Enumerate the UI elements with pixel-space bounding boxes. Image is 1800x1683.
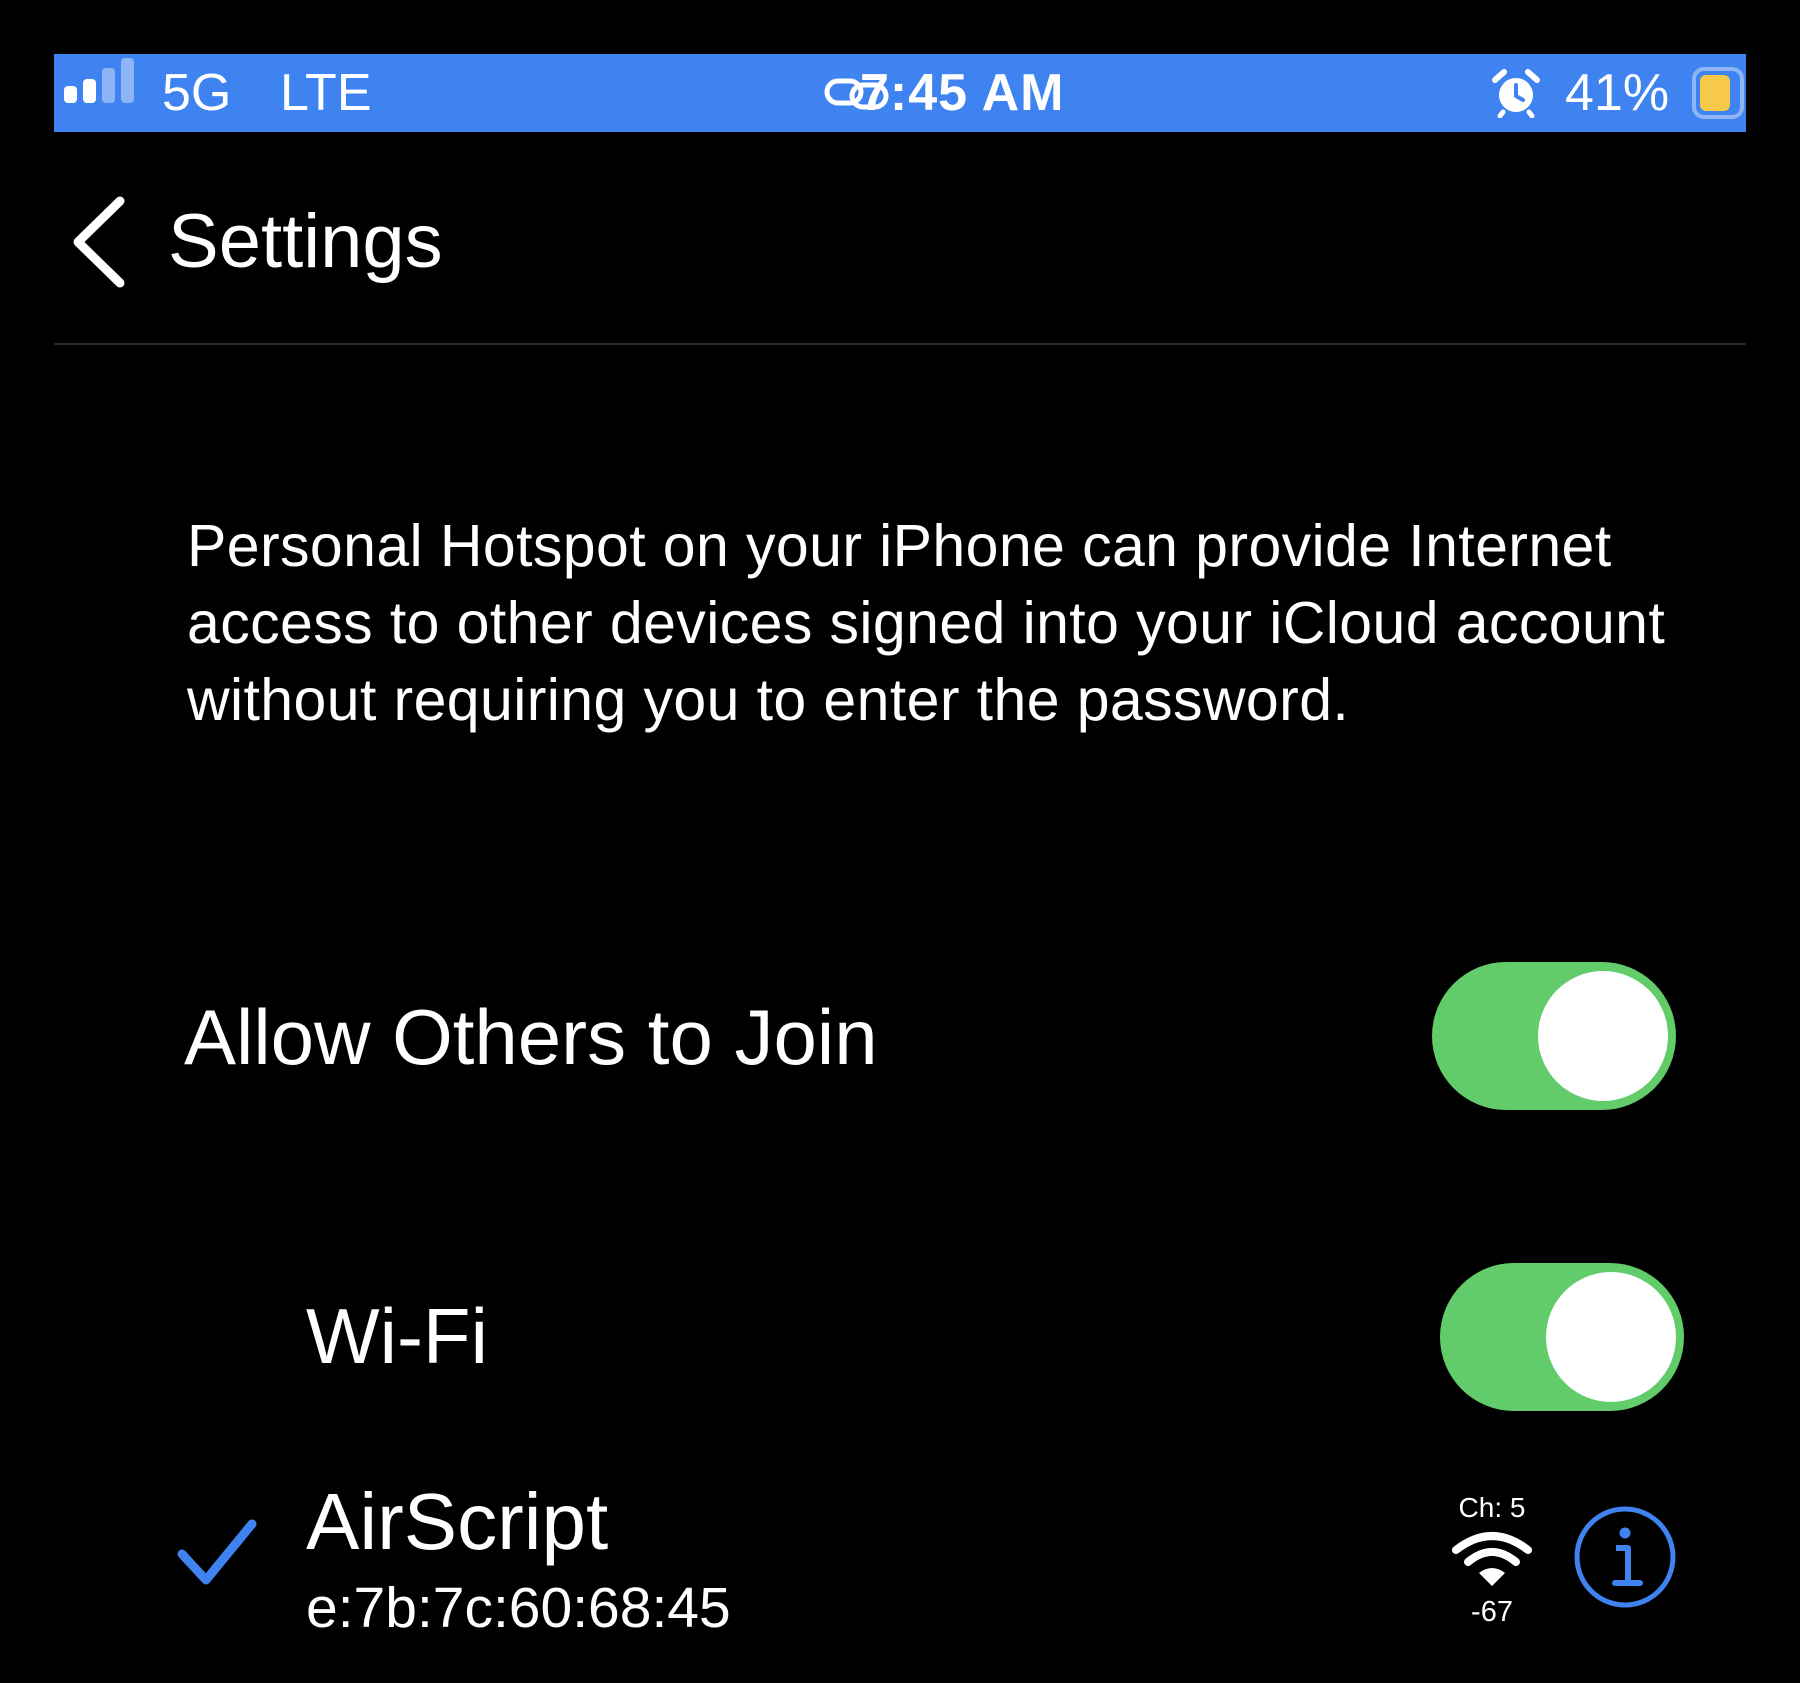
navigation-bar: Settings <box>54 132 1746 344</box>
wifi-label: Wi-Fi <box>306 1292 488 1380</box>
toggle-knob <box>1538 971 1668 1101</box>
hotspot-description: Personal Hotspot on your iPhone can prov… <box>187 513 1666 733</box>
allow-others-label: Allow Others to Join <box>184 993 878 1081</box>
network-type-label: 5G <box>162 64 232 122</box>
chevron-left-icon <box>73 196 125 288</box>
wifi-toggle[interactable] <box>1440 1263 1684 1411</box>
checkmark-icon <box>177 1519 257 1585</box>
nav-divider <box>54 343 1746 345</box>
back-button-label: Settings <box>168 199 443 284</box>
alarm-clock-icon <box>1492 69 1540 118</box>
network-mac-address: e:7b:7c:60:68:45 <box>306 1576 731 1640</box>
wifi-signal-icon <box>1452 1532 1532 1586</box>
allow-others-toggle[interactable] <box>1432 962 1676 1110</box>
info-icon[interactable] <box>1572 1504 1678 1610</box>
battery-percent: 41% <box>1565 64 1670 122</box>
cellular-signal-icon <box>64 58 134 103</box>
channel-label: Ch: 5 <box>1458 1492 1526 1523</box>
status-bar: 5G LTE 7:45 AM 41% <box>54 54 1746 132</box>
status-time: 7:45 AM <box>860 64 1065 122</box>
carrier-type-label: LTE <box>280 64 372 122</box>
network-name[interactable]: AirScript <box>306 1474 608 1570</box>
back-button[interactable]: Settings <box>68 182 443 302</box>
signal-strength-label: -67 <box>1471 1596 1513 1628</box>
toggle-knob <box>1546 1272 1676 1402</box>
battery-icon <box>1692 67 1744 119</box>
